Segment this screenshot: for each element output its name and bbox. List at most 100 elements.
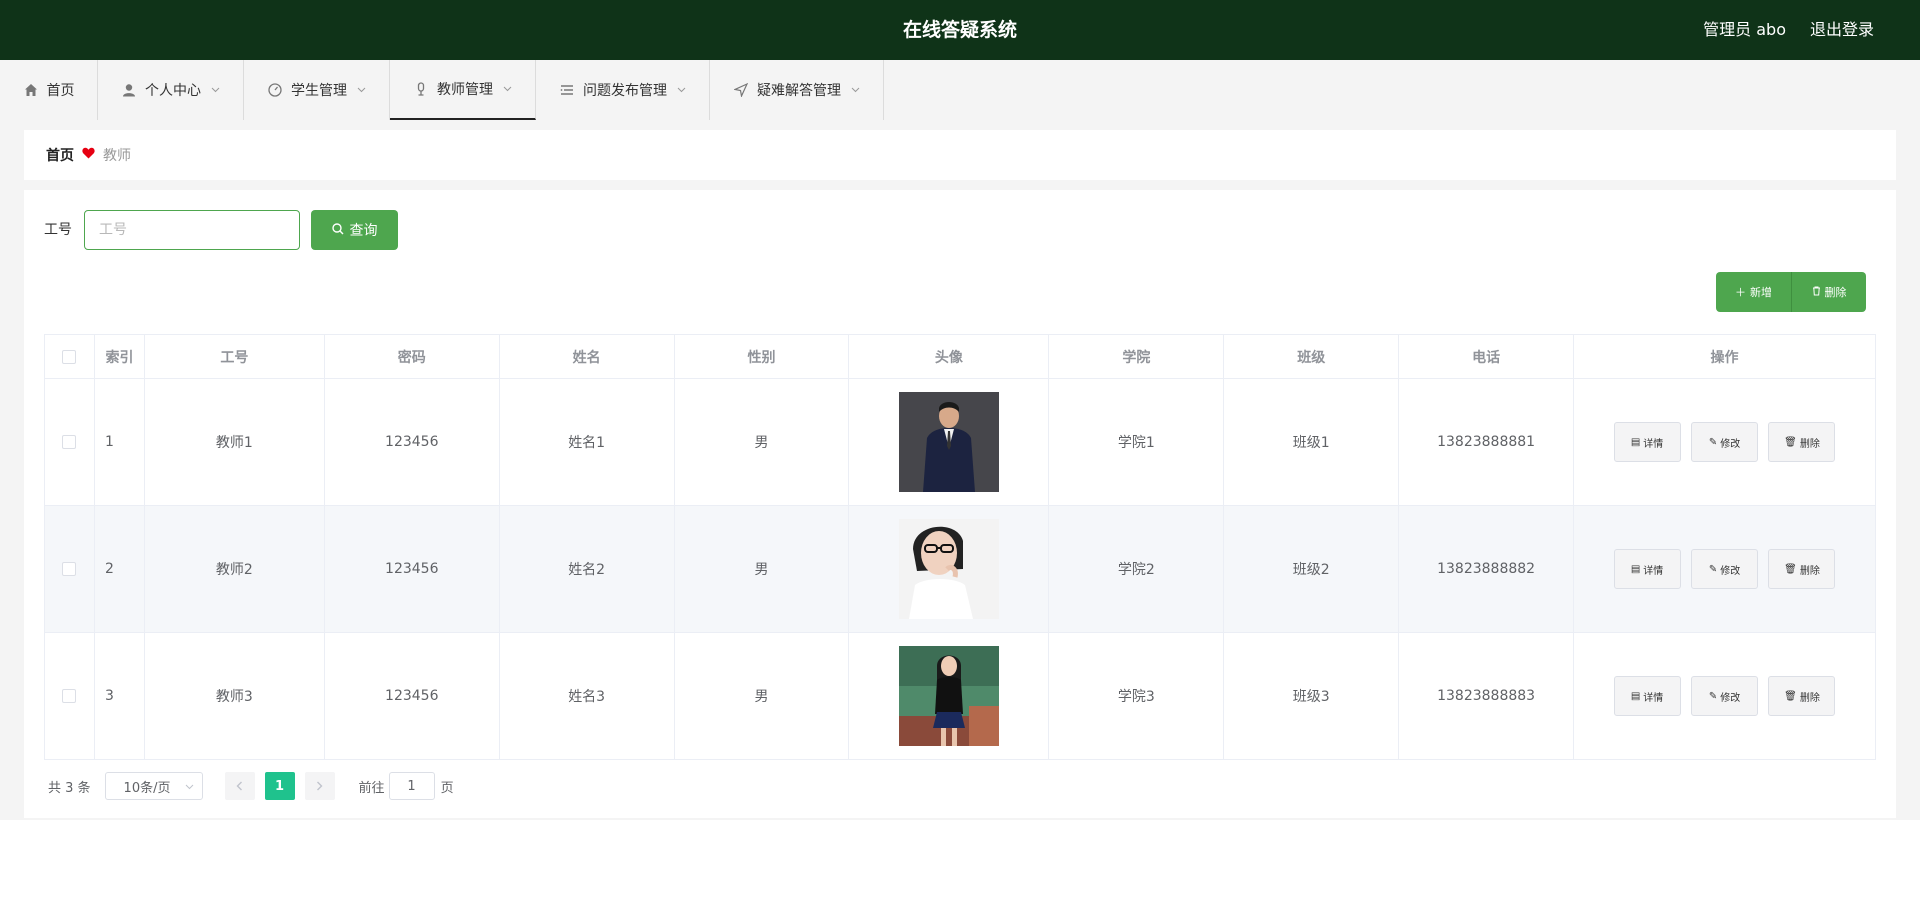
column-header: 索引	[93, 334, 145, 379]
column-header: 工号	[143, 334, 325, 379]
detail-button[interactable]: ▤ 详情	[1613, 422, 1681, 462]
breadcrumb-home[interactable]: 首页	[46, 145, 74, 165]
row-actions: ▤ 详情 ✎ 修改 🗑 删除	[1573, 378, 1876, 506]
goto-prefix: 前往	[358, 780, 385, 796]
detail-label: 详情	[1643, 565, 1664, 577]
select-all-checkbox[interactable]	[62, 349, 77, 364]
search-icon	[331, 222, 344, 238]
edit-button[interactable]: ✎ 修改	[1691, 422, 1759, 462]
logout-link[interactable]: 退出登录	[1810, 0, 1874, 60]
next-page-button[interactable]	[304, 772, 335, 800]
gauge-icon	[267, 82, 283, 98]
edit-button[interactable]: ✎ 修改	[1691, 676, 1759, 716]
nav-item-answers[interactable]: 疑难解答管理	[710, 60, 884, 120]
teacher-id: 教师1	[143, 378, 325, 506]
microphone-icon	[413, 81, 429, 97]
nav-label: 个人中心	[145, 83, 201, 99]
table-row: 3 教师3 123456 姓名3 男 学院3 班级3 13823888883 ▤…	[44, 632, 1876, 760]
avatar-cell	[848, 632, 1050, 760]
navigation-icon	[733, 82, 749, 98]
goto-suffix: 页	[440, 780, 454, 796]
avatar	[898, 392, 999, 492]
row-checkbox[interactable]	[62, 562, 77, 576]
teacher-gender: 男	[673, 378, 850, 506]
column-header: 密码	[323, 334, 500, 379]
total-count: 共 3 条	[48, 780, 91, 796]
top-header: 在线答疑系统 管理员 abo 退出登录	[0, 0, 1920, 60]
edit-label: 修改	[1720, 692, 1741, 704]
row-select-cell	[44, 632, 95, 760]
column-header: 操作	[1573, 334, 1876, 379]
chevron-down-icon	[851, 85, 860, 96]
goto-page-input[interactable]	[388, 772, 435, 800]
nav-item-questions[interactable]: 问题发布管理	[536, 60, 710, 120]
select-all-cell	[44, 334, 95, 379]
column-header: 姓名	[498, 334, 675, 379]
column-header: 电话	[1398, 334, 1575, 379]
chevron-down-icon	[185, 779, 194, 794]
edit-button[interactable]: ✎ 修改	[1691, 549, 1759, 589]
nav-label: 首页	[46, 83, 75, 99]
add-button[interactable]: ＋ 新增	[1716, 272, 1791, 312]
plus-icon: ＋	[1735, 287, 1746, 299]
teacher-name: 姓名3	[498, 632, 675, 760]
chevron-down-icon	[677, 85, 686, 96]
teacher-id: 教师3	[143, 632, 325, 760]
document-icon: ▤	[1630, 563, 1641, 575]
teacher-class: 班级2	[1223, 505, 1400, 633]
app-title: 在线答疑系统	[902, 19, 1017, 41]
detail-button[interactable]: ▤ 详情	[1613, 549, 1681, 589]
trash-icon: 🗑	[1784, 690, 1797, 702]
chevron-down-icon	[357, 85, 366, 96]
nav-item-profile[interactable]: 个人中心	[98, 60, 244, 120]
detail-button[interactable]: ▤ 详情	[1613, 676, 1681, 716]
teacher-id: 教师2	[143, 505, 325, 633]
page-size-value: 10条/页	[123, 780, 171, 796]
teacher-password: 123456	[323, 505, 500, 633]
document-icon: ▤	[1630, 690, 1641, 702]
nav-label: 疑难解答管理	[757, 83, 841, 99]
teacher-class: 班级3	[1223, 632, 1400, 760]
current-user: 管理员 abo	[1703, 20, 1786, 39]
nav-item-students[interactable]: 学生管理	[244, 60, 390, 120]
delete-button[interactable]: 🗑 删除	[1768, 676, 1836, 716]
trash-icon: 🗑	[1784, 436, 1797, 448]
row-select-cell	[44, 378, 95, 506]
nav-item-teachers[interactable]: 教师管理	[390, 60, 536, 120]
delete-button[interactable]: 🗑 删除	[1768, 549, 1836, 589]
row-actions: ▤ 详情 ✎ 修改 🗑 删除	[1573, 505, 1876, 633]
batch-delete-button[interactable]: 删除	[1791, 272, 1866, 312]
row-index: 1	[93, 378, 145, 506]
teacher-name: 姓名1	[498, 378, 675, 506]
teacher-password: 123456	[323, 632, 500, 760]
edit-icon: ✎	[1708, 563, 1718, 575]
row-checkbox[interactable]	[62, 689, 77, 703]
delete-label: 删除	[1799, 565, 1820, 577]
chevron-right-icon	[317, 781, 323, 791]
page-number-active[interactable]: 1	[264, 772, 295, 800]
home-icon	[23, 82, 39, 98]
nav-item-home[interactable]: 首页	[0, 60, 98, 120]
add-button-label: 新增	[1750, 287, 1772, 299]
avatar-cell	[848, 505, 1050, 633]
teacher-name: 姓名2	[498, 505, 675, 633]
page-size-select[interactable]: 10条/页	[104, 772, 203, 800]
row-select-cell	[44, 505, 95, 633]
search-label: 工号	[44, 222, 72, 238]
breadcrumb: 首页 教师	[24, 130, 1896, 180]
edit-label: 修改	[1720, 565, 1741, 577]
table-header-row: 索引 工号 密码 姓名 性别 头像 学院 班级 电话 操作	[44, 334, 1876, 379]
table-row: 2 教师2 123456 姓名2 男 学院2 班级2 13823888882 ▤…	[44, 505, 1876, 633]
search-input[interactable]	[84, 210, 300, 250]
delete-button[interactable]: 🗑 删除	[1768, 422, 1836, 462]
row-checkbox[interactable]	[62, 435, 77, 449]
row-index: 3	[93, 632, 145, 760]
teacher-college: 学院2	[1048, 505, 1225, 633]
prev-page-button[interactable]	[224, 772, 255, 800]
delete-label: 删除	[1799, 438, 1820, 450]
query-button[interactable]: 查询	[311, 210, 398, 250]
document-icon: ▤	[1630, 436, 1641, 448]
teacher-gender: 男	[673, 632, 850, 760]
teacher-phone: 13823888883	[1398, 632, 1575, 760]
nav-label: 教师管理	[437, 82, 493, 98]
